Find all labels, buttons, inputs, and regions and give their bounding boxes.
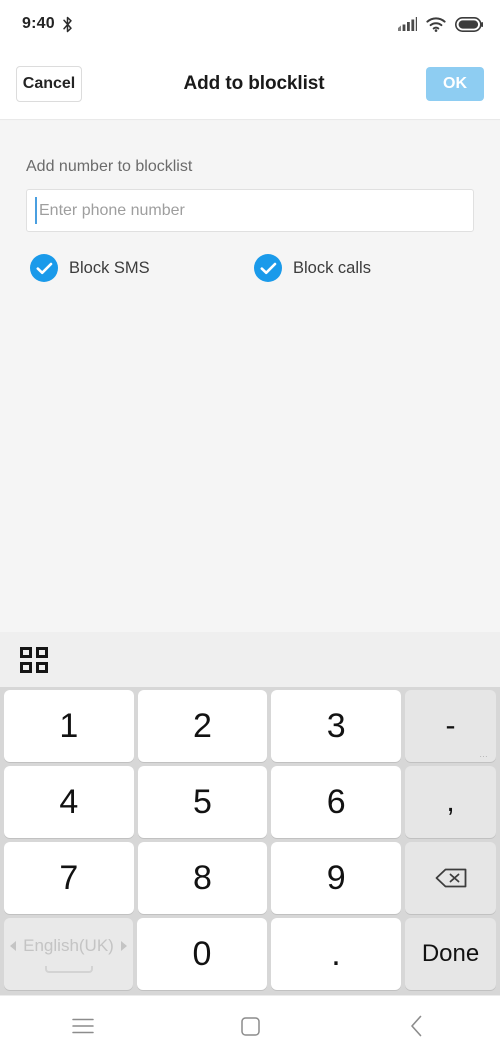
block-calls-label: Block calls [293,258,371,277]
arrow-left-icon [10,940,17,951]
backspace-key[interactable] [405,842,497,914]
block-options-row: Block SMS Block calls [0,254,500,284]
key-5[interactable]: 5 [137,766,268,838]
status-bar-right [398,16,483,32]
key-minus[interactable]: - … [405,690,497,762]
spacebar-icon [44,965,93,973]
wifi-icon [426,16,446,32]
numeric-keyboard: 1 2 3 - … 4 5 6 , 7 8 9 English(UK) 0 . … [0,632,500,995]
checkmark-icon [254,254,282,282]
arrow-right-icon [120,940,127,951]
form-area: Add number to blocklist Block SMS Bloc [0,121,500,632]
keyboard-row: English(UK) 0 . Done [4,918,496,990]
phone-number-input[interactable] [26,189,474,232]
language-switch-line: English(UK) [10,936,127,956]
key-2[interactable]: 2 [137,690,268,762]
keyboard-row: 1 2 3 - … [4,690,497,762]
block-calls-checkbox[interactable]: Block calls [254,254,371,282]
back-icon [410,1015,421,1037]
app-bar: Cancel Add to blocklist OK [0,48,500,120]
back-button[interactable] [333,996,500,1056]
key-6[interactable]: 6 [271,766,402,838]
block-sms-checkbox[interactable]: Block SMS [30,254,150,282]
checkmark-icon [30,254,58,282]
key-1[interactable]: 1 [4,690,134,762]
home-icon [240,1016,260,1036]
status-bar-left: 9:40 [22,15,73,33]
status-clock: 9:40 [22,15,55,32]
keyboard-toolbar [0,632,500,687]
recents-icon [72,1018,95,1034]
battery-icon [455,16,483,32]
key-0[interactable]: 0 [137,918,267,990]
status-bar: 9:40 [0,0,500,48]
language-label: English(UK) [23,935,114,955]
key-7[interactable]: 7 [4,842,134,914]
page-title: Add to blocklist [183,72,325,94]
key-minus-label: - [445,709,456,742]
done-key[interactable]: Done [405,918,496,990]
text-caret [35,197,37,224]
signal-icon [398,17,417,31]
system-nav-bar [0,995,500,1056]
home-button[interactable] [167,996,334,1056]
block-sms-label: Block SMS [69,258,150,277]
add-number-label: Add number to blocklist [26,158,193,175]
grid-icon[interactable] [20,646,48,673]
keyboard-rows: 1 2 3 - … 4 5 6 , 7 8 9 English(UK) 0 . … [0,687,500,995]
language-switch-key[interactable]: English(UK) [4,918,133,990]
key-8[interactable]: 8 [137,842,268,914]
long-press-hint: … [479,749,490,759]
keyboard-row: 7 8 9 [4,842,497,914]
key-9[interactable]: 9 [271,842,402,914]
backspace-icon [435,868,466,888]
bluetooth-icon [63,16,72,32]
keyboard-row: 4 5 6 , [4,766,497,838]
recents-button[interactable] [0,996,167,1056]
ok-button[interactable]: OK [426,66,484,101]
key-4[interactable]: 4 [4,766,134,838]
key-comma[interactable]: , [405,766,497,838]
key-3[interactable]: 3 [271,690,402,762]
cancel-button[interactable]: Cancel [16,65,82,102]
phone-screen: 9:40 Cancel Add to blocklist OK Add numb… [0,0,500,1056]
key-period[interactable]: . [271,918,401,990]
